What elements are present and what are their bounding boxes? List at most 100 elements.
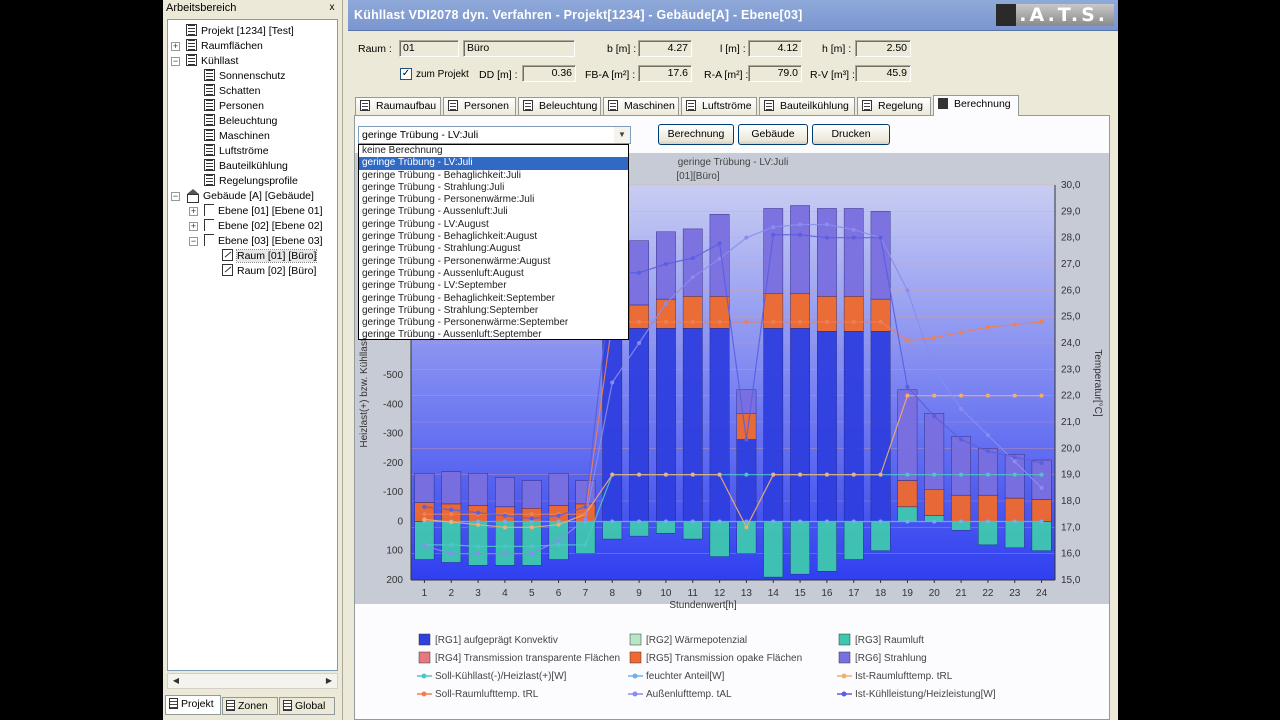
tree-horizontal-scrollbar[interactable]: ◀ ▶: [167, 673, 338, 689]
l-field[interactable]: 4.12: [748, 40, 802, 57]
dropdown-option[interactable]: geringe Trübung - Strahlung:Juli: [359, 182, 628, 194]
tree-item[interactable]: Sonnenschutz: [204, 69, 286, 84]
tab-personen[interactable]: Personen: [443, 97, 516, 115]
tab-projekt[interactable]: Projekt: [165, 695, 221, 715]
scroll-left-icon[interactable]: ◀: [169, 675, 183, 687]
bar-segment: [817, 295, 837, 332]
drucken-button[interactable]: Drucken: [812, 124, 890, 145]
tree-expander[interactable]: +: [171, 42, 180, 51]
dropdown-option[interactable]: geringe Trübung - LV:August: [359, 219, 628, 231]
dropdown-option[interactable]: geringe Trübung - LV:September: [359, 280, 628, 292]
legend-label: Ist-Raumlufttemp. tRL: [855, 671, 953, 682]
fba-field[interactable]: 17.6: [638, 65, 692, 82]
tree-item[interactable]: Raum [02] [Büro]: [222, 264, 316, 279]
h-field[interactable]: 2.50: [855, 40, 911, 57]
document-icon: [764, 100, 774, 111]
tree-item[interactable]: Schatten: [204, 84, 260, 99]
close-icon[interactable]: x: [326, 2, 338, 14]
bar-segment: [468, 473, 488, 506]
tab-global[interactable]: Global: [279, 697, 335, 715]
tree-item[interactable]: Beleuchtung: [204, 114, 277, 129]
tree-item-label: Raum [01] [Büro]: [235, 249, 318, 263]
x-tick-label: 10: [660, 588, 672, 599]
series-point: [1012, 519, 1017, 524]
legend-label: [RG4] Transmission transparente Flächen: [435, 653, 620, 664]
b-field[interactable]: 4.27: [638, 40, 692, 57]
dropdown-option[interactable]: geringe Trübung - Personenwärme:August: [359, 256, 628, 268]
tree-item[interactable]: Bauteilkühlung: [204, 159, 288, 174]
dropdown-option[interactable]: keine Berechnung: [359, 145, 628, 157]
zum-projekt-checkbox[interactable]: ✓: [400, 68, 412, 80]
dropdown-option[interactable]: geringe Trübung - Aussenluft:September: [359, 329, 628, 339]
dropdown-option[interactable]: geringe Trübung - Strahlung:August: [359, 243, 628, 255]
tree-item[interactable]: Luftströme: [204, 144, 269, 159]
dropdown-option[interactable]: geringe Trübung - Personenwärme:Septembe…: [359, 317, 628, 329]
bar-segment: [468, 521, 488, 566]
dropdown-option[interactable]: geringe Trübung - Strahlung:September: [359, 305, 628, 317]
dropdown-option[interactable]: geringe Trübung - Aussenluft:Juli: [359, 206, 628, 218]
legend-swatch: [629, 651, 642, 664]
tree-item-label: Gebäude [A] [Gebäude]: [203, 190, 314, 202]
bar-segment: [843, 331, 864, 522]
gebaeude-button[interactable]: Gebäude: [738, 124, 808, 145]
tree-item[interactable]: Regelungsprofile: [204, 174, 298, 189]
bar-segment: [870, 331, 891, 522]
tree-item[interactable]: Kühllast: [186, 54, 238, 69]
series-point: [798, 472, 803, 477]
tree-item[interactable]: Raumflächen: [186, 39, 263, 54]
x-tick-label: 9: [636, 588, 642, 599]
raum-name-field[interactable]: Büro: [463, 40, 575, 57]
tree-item[interactable]: Projekt [1234] [Test]: [186, 24, 294, 39]
dropdown-option[interactable]: geringe Trübung - Behaglichkeit:Juli: [359, 170, 628, 182]
application: Arbeitsbereich x Projekt [1234] [Test] + R…: [163, 0, 1118, 720]
y-axis-label: Heizlast(+) bzw. Kühllast: [359, 338, 370, 447]
series-point: [851, 235, 856, 240]
dd-field[interactable]: 0.36: [522, 65, 576, 82]
document-icon: [204, 114, 215, 126]
scroll-right-icon[interactable]: ▶: [322, 675, 336, 687]
tab-berechnung[interactable]: Berechnung: [933, 95, 1019, 116]
chevron-down-icon[interactable]: ▼: [614, 127, 630, 143]
bar-segment: [414, 473, 435, 503]
tab-bauteilkuehlung[interactable]: Bauteilkühlung: [759, 97, 855, 115]
tab-beleuchtung[interactable]: Beleuchtung: [518, 97, 601, 115]
tree-item[interactable]: Ebene [02] [Ebene 02]: [204, 219, 323, 234]
tree-expander[interactable]: −: [171, 57, 180, 66]
tree-item[interactable]: Ebene [03] [Ebene 03]: [204, 234, 323, 249]
tab-zonen[interactable]: Zonen: [222, 697, 278, 715]
x-tick-label: 12: [714, 588, 726, 599]
dropdown-option[interactable]: geringe Trübung - Behaglichkeit:August: [359, 231, 628, 243]
document-icon: [204, 84, 215, 96]
series-point: [798, 232, 803, 237]
ra-field[interactable]: 79.0: [748, 65, 802, 82]
y2-tick-label: 17,0: [1061, 522, 1081, 533]
tree-item[interactable]: Raum [01] [Büro]: [222, 249, 318, 264]
tab-raumaufbau[interactable]: Raumaufbau: [355, 97, 441, 115]
rv-field[interactable]: 45.9: [855, 65, 911, 82]
series-point: [1012, 459, 1017, 464]
tab-maschinen[interactable]: Maschinen: [603, 97, 679, 115]
raum-number-field[interactable]: 01: [399, 40, 459, 57]
tree-expander[interactable]: +: [189, 207, 198, 216]
tree-expander[interactable]: −: [171, 192, 180, 201]
tree-item-label: Raumflächen: [201, 40, 263, 52]
tab-regelung[interactable]: Regelung: [857, 97, 931, 115]
tab-luftstroeme[interactable]: Luftströme: [681, 97, 757, 115]
h-label: h [m] :: [822, 43, 852, 55]
tree-item[interactable]: Ebene [01] [Ebene 01]: [204, 204, 323, 219]
calc-scenario-dropdown-list[interactable]: keine Berechnung geringe Trübung - LV:Jul…: [358, 144, 629, 340]
dropdown-option[interactable]: geringe Trübung - LV:Juli: [359, 157, 628, 170]
tree-expander[interactable]: +: [189, 222, 198, 231]
tree-item[interactable]: Gebäude [A] [Gebäude]: [186, 189, 314, 204]
x-tick-label: 18: [875, 588, 887, 599]
berechnung-button[interactable]: Berechnung: [658, 124, 734, 145]
legend-marker: [421, 673, 427, 679]
tree-item-label: Personen: [219, 100, 264, 112]
dropdown-option[interactable]: geringe Trübung - Aussenluft:August: [359, 268, 628, 280]
tree-expander[interactable]: −: [189, 237, 198, 246]
dropdown-option[interactable]: geringe Trübung - Behaglichkeit:Septembe…: [359, 293, 628, 305]
calc-scenario-select[interactable]: geringe Trübung - LV:Juli ▼: [358, 126, 631, 144]
dropdown-option[interactable]: geringe Trübung - Personenwärme:Juli: [359, 194, 628, 206]
tree-item[interactable]: Personen: [204, 99, 264, 114]
tree-item[interactable]: Maschinen: [204, 129, 270, 144]
